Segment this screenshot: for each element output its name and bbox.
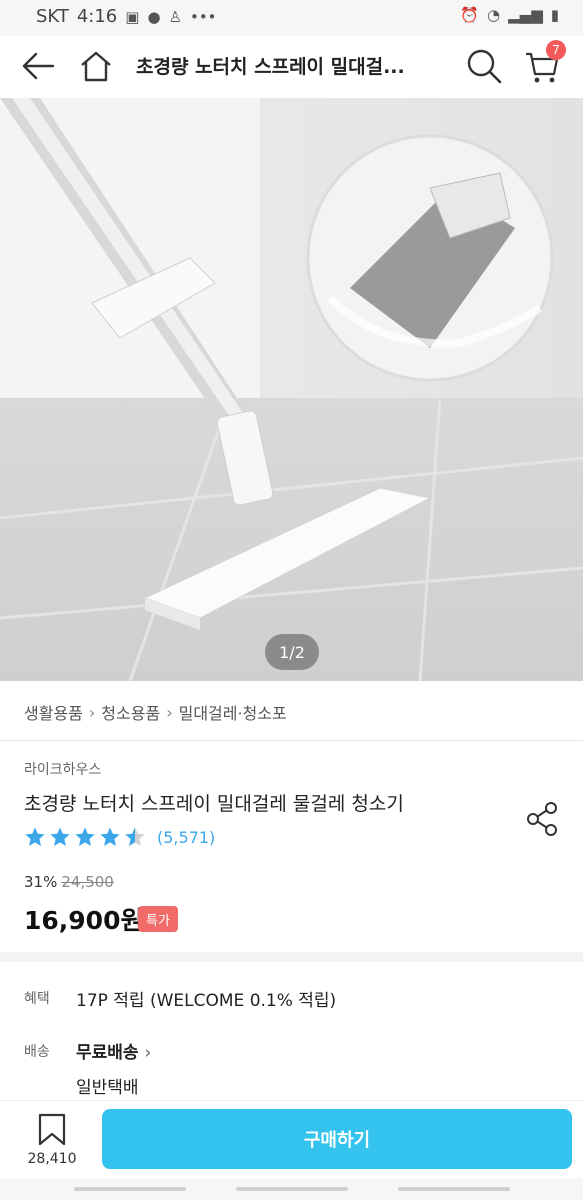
battery-icon: ▮ [550,6,559,24]
chevron-right-icon: › [144,1043,152,1063]
system-nav-bar [0,1178,583,1200]
search-icon [467,49,502,84]
discount-rate: 31% [24,873,58,891]
rating-row[interactable]: (5,571) [24,826,215,848]
star-icon [50,827,70,846]
star-icon [25,827,45,846]
shipping-value-text: 무료배송 [76,1043,139,1063]
page-title: 초경량 노터치 스프레이 밀대걸... [136,56,405,78]
sale-price: 16,900원 [24,906,144,935]
breadcrumb: 생활용품 › 청소용품 › 밀대걸레·청소포 [24,700,287,724]
buy-button[interactable]: 구매하기 [102,1109,572,1169]
product-image-gallery[interactable] [0,98,583,681]
wishlist-button[interactable]: 28,410 [24,1111,80,1173]
gallery-notification-icon: ▣ [125,7,140,26]
breadcrumb-item[interactable]: 생활용품 [24,700,83,724]
nav-back[interactable] [398,1187,510,1191]
benefit-value: 17P 적립 (WELCOME 0.1% 적립) [76,991,337,1011]
bottom-action-bar: 28,410 구매하기 [0,1100,583,1179]
brand-name[interactable]: 라이크하우스 [24,759,101,779]
shipping-method: 일반택배 [76,1078,139,1098]
product-photo [0,98,583,681]
nav-recents[interactable] [74,1187,186,1191]
cart-count-badge: 7 [546,40,566,60]
divider [0,740,583,741]
search-button[interactable] [464,46,504,86]
clock: 4:16 [76,6,118,27]
shipping-value[interactable]: 무료배송 › [76,1038,151,1063]
wifi-icon: ◔ [487,6,501,24]
chevron-right-icon: › [88,702,96,722]
status-bar: SKT 4:16 ▣ ● ♙ ••• ⏰ ◔ ▂▄▆ ▮ [0,0,583,36]
cart-button[interactable]: 7 [522,40,566,86]
section-divider [0,952,583,962]
discount-row: 31% 24,500 [24,873,114,891]
original-price: 24,500 [61,873,114,891]
bookmark-icon [38,1113,66,1146]
special-deal-badge: 특가 [138,906,178,932]
home-icon [81,51,111,82]
shipping-label: 배송 [24,1044,50,1060]
chevron-right-icon: › [166,702,173,722]
gallery-pager: 1/2 [265,634,319,670]
home-button[interactable] [76,46,116,86]
breadcrumb-item[interactable]: 밀대걸레·청소포 [179,700,287,724]
back-arrow-icon [22,52,55,80]
share-icon [527,802,557,836]
app-notification-icon: ♙ [168,7,182,26]
star-icon [100,827,120,846]
half-star-icon [125,827,145,846]
product-title: 초경량 노터치 스프레이 밀대걸레 물걸레 청소기 [24,793,404,815]
top-app-bar: 초경량 노터치 스프레이 밀대걸... 7 [0,36,583,98]
chat-notification-icon: ● [147,7,161,26]
back-button[interactable] [18,46,58,86]
signal-icon: ▂▄▆ [508,6,543,24]
review-count[interactable]: (5,571) [157,828,215,847]
benefit-label: 혜택 [24,991,50,1007]
more-notifications: ••• [189,7,217,26]
nav-home[interactable] [236,1187,348,1191]
share-button[interactable] [524,800,562,838]
breadcrumb-item[interactable]: 청소용품 [101,700,160,724]
alarm-icon: ⏰ [460,6,480,24]
carrier: SKT [36,6,69,27]
wishlist-count: 28,410 [27,1151,77,1167]
star-icon [75,827,95,846]
